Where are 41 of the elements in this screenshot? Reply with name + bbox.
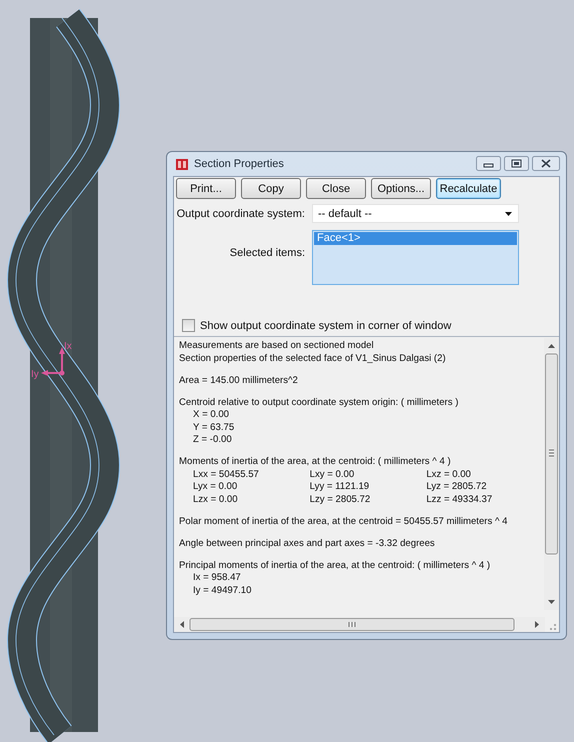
report-value: Lyy = 1121.19: [310, 481, 370, 494]
report-heading: Centroid relative to output coordinate system origin: ( millimeters ): [179, 396, 460, 409]
report-line: Angle between principal axes and part axes = -3.32 degrees: [179, 538, 436, 550]
caret-icon: [505, 212, 512, 216]
dialog-button[interactable]: Recalculate: [436, 178, 501, 199]
dialog-button[interactable]: Close: [306, 178, 366, 199]
report-value: Y = 63.75: [192, 422, 236, 434]
field-label: Selected items:: [228, 247, 306, 259]
report-value: Z = -0.00: [192, 434, 233, 446]
dialog-button[interactable]: Copy: [241, 178, 301, 199]
report-line: Section properties of the selected face of V1_Sinus Dalgasi (2): [179, 352, 447, 365]
app-icon: [175, 157, 189, 171]
checkbox-label: Show output coordinate system in corner of window: [200, 320, 452, 332]
report-value: Lyx = 0.00: [193, 481, 238, 494]
report-value: Ix = 958.47: [192, 572, 242, 584]
maximize-icon[interactable]: [504, 156, 529, 170]
field-label: Output coordinate system:: [176, 208, 306, 220]
report-value: Lxz = 0.00: [426, 468, 472, 481]
window-title: Section Properties: [194, 158, 285, 170]
report-line: Measurements are based on sectioned model: [179, 340, 375, 352]
axis-label: Iy: [31, 369, 39, 380]
report-value: Lzx = 0.00: [193, 494, 239, 506]
coordinate-triad-icon: [41, 347, 65, 376]
report-value: X = 0.00: [192, 409, 230, 422]
report-line: Area = 145.00 millimeters^2: [179, 374, 299, 387]
dialog-button[interactable]: Options...: [371, 178, 431, 199]
report-heading: Moments of inertia of the area, at the centroid: ( millimeters ^ 4 ): [179, 456, 452, 468]
minimize-icon[interactable]: [476, 156, 501, 170]
close-icon[interactable]: [532, 156, 560, 170]
report-value: Lzy = 2805.72: [310, 494, 372, 506]
report-value: Lyz = 2805.72: [426, 481, 488, 494]
axis-label: Ix: [64, 341, 72, 352]
coordinate-system-dropdown[interactable]: -- default --: [312, 204, 519, 223]
report-value: Lxx = 50455.57: [193, 468, 260, 481]
report-heading: Principal moments of inertia of the area, at the centroid: ( millimeters ^ 4 ): [179, 560, 492, 572]
report-value: Lzz = 49334.37: [426, 494, 494, 506]
checkbox[interactable]: [182, 319, 195, 332]
dialog-button[interactable]: Print...: [176, 178, 236, 199]
report-line: Polar moment of inertia of the area, at the centroid = 50455.57 millimeters ^ 4: [179, 516, 508, 528]
report-value: Iy = 49497.10: [192, 584, 252, 597]
report-value: Lxy = 0.00: [310, 468, 356, 481]
